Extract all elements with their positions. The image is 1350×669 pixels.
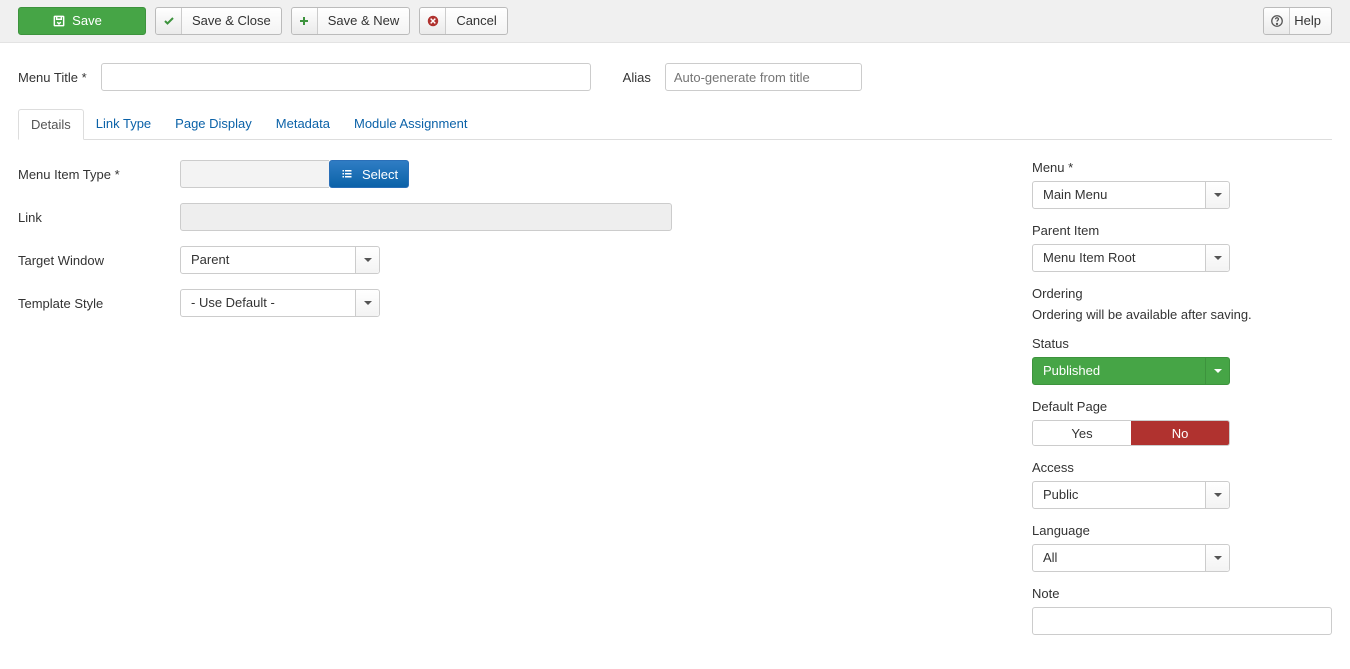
target-window-label: Target Window — [18, 253, 180, 268]
tab-details[interactable]: Details — [18, 109, 84, 140]
save-new-button[interactable]: Save & New — [291, 7, 411, 35]
chevron-down-icon — [1205, 482, 1229, 508]
cancel-label: Cancel — [446, 8, 506, 34]
status-select[interactable]: Published — [1032, 357, 1230, 385]
menu-item-type-select-button[interactable]: Select — [329, 160, 409, 188]
tab-module-assignment[interactable]: Module Assignment — [342, 109, 479, 140]
status-value: Published — [1033, 358, 1205, 384]
default-page-toggle[interactable]: Yes No — [1032, 420, 1230, 446]
tab-page-display[interactable]: Page Display — [163, 109, 264, 140]
alias-input[interactable] — [665, 63, 862, 91]
save-close-label: Save & Close — [182, 8, 281, 34]
menu-title-label: Menu Title * — [18, 70, 87, 85]
select-button-label: Select — [362, 167, 398, 182]
parent-item-select[interactable]: Menu Item Root — [1032, 244, 1230, 272]
alias-label: Alias — [623, 70, 651, 85]
link-value — [180, 203, 672, 231]
chevron-down-icon — [1205, 545, 1229, 571]
save-label: Save — [66, 8, 112, 34]
menu-label: Menu * — [1032, 160, 1332, 175]
cancel-button[interactable]: Cancel — [419, 7, 507, 35]
template-style-value: - Use Default - — [181, 290, 355, 316]
access-label: Access — [1032, 460, 1332, 475]
menu-title-input[interactable] — [101, 63, 591, 91]
chevron-down-icon — [1205, 358, 1229, 384]
toolbar: Save Save & Close Save & New Cancel — [0, 0, 1350, 43]
access-select[interactable]: Public — [1032, 481, 1230, 509]
save-icon — [52, 14, 66, 28]
status-label: Status — [1032, 336, 1332, 351]
chevron-down-icon — [355, 290, 379, 316]
template-style-select[interactable]: - Use Default - — [180, 289, 380, 317]
note-input[interactable] — [1032, 607, 1332, 635]
default-page-no[interactable]: No — [1131, 421, 1229, 445]
cancel-icon — [420, 8, 446, 34]
menu-item-type-value — [180, 160, 329, 188]
details-left-column: Menu Item Type * Select Link Target Wind… — [18, 160, 672, 649]
details-right-column: Menu * Main Menu Parent Item Menu Item R… — [1032, 160, 1332, 649]
menu-value: Main Menu — [1033, 182, 1205, 208]
check-icon — [156, 8, 182, 34]
default-page-yes[interactable]: Yes — [1033, 421, 1131, 445]
language-label: Language — [1032, 523, 1332, 538]
chevron-down-icon — [1205, 245, 1229, 271]
target-window-select[interactable]: Parent — [180, 246, 380, 274]
tab-metadata[interactable]: Metadata — [264, 109, 342, 140]
help-icon — [1264, 8, 1290, 34]
language-value: All — [1033, 545, 1205, 571]
menu-item-type-label: Menu Item Type * — [18, 167, 180, 182]
parent-item-value: Menu Item Root — [1033, 245, 1205, 271]
title-row: Menu Title * Alias — [0, 43, 1350, 103]
ordering-note: Ordering will be available after saving. — [1032, 307, 1332, 322]
help-label: Help — [1290, 8, 1331, 34]
language-select[interactable]: All — [1032, 544, 1230, 572]
ordering-label: Ordering — [1032, 286, 1332, 301]
parent-item-label: Parent Item — [1032, 223, 1332, 238]
chevron-down-icon — [1205, 182, 1229, 208]
plus-icon — [292, 8, 318, 34]
help-button[interactable]: Help — [1263, 7, 1332, 35]
default-page-label: Default Page — [1032, 399, 1332, 414]
link-label: Link — [18, 210, 180, 225]
save-button[interactable]: Save — [18, 7, 146, 35]
access-value: Public — [1033, 482, 1205, 508]
target-window-value: Parent — [181, 247, 355, 273]
template-style-label: Template Style — [18, 296, 180, 311]
tabs: Details Link Type Page Display Metadata … — [18, 109, 1332, 140]
chevron-down-icon — [355, 247, 379, 273]
save-new-label: Save & New — [318, 8, 410, 34]
menu-select[interactable]: Main Menu — [1032, 181, 1230, 209]
tab-link-type[interactable]: Link Type — [84, 109, 163, 140]
note-label: Note — [1032, 586, 1332, 601]
list-icon — [340, 168, 354, 180]
save-close-button[interactable]: Save & Close — [155, 7, 282, 35]
